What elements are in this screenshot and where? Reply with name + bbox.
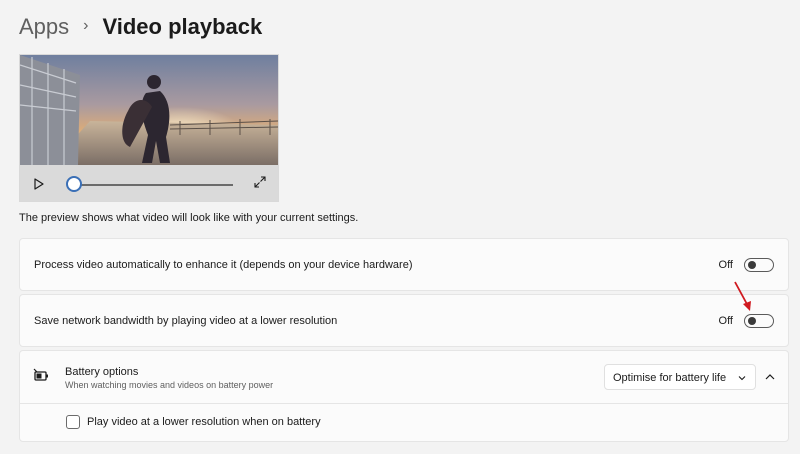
play-icon[interactable]: [32, 177, 46, 191]
save-bandwidth-state: Off: [718, 315, 733, 327]
battery-options-title: Battery options: [65, 366, 139, 378]
divider: [20, 403, 788, 404]
enhance-video-label: Process video automatically to enhance i…: [34, 259, 413, 271]
preview-caption: The preview shows what video will look l…: [19, 212, 359, 224]
chevron-up-icon[interactable]: [765, 374, 775, 380]
enhance-video-setting: Process video automatically to enhance i…: [19, 238, 789, 291]
battery-options-subtitle: When watching movies and videos on batte…: [65, 380, 274, 390]
save-bandwidth-toggle[interactable]: [744, 314, 774, 328]
enhance-video-toggle[interactable]: [744, 258, 774, 272]
battery-options-dropdown[interactable]: Optimise for battery life: [604, 364, 756, 390]
breadcrumb: Apps › Video playback: [19, 12, 262, 42]
toggle-knob: [748, 261, 756, 269]
video-preview[interactable]: [19, 54, 279, 202]
seek-track[interactable]: [75, 184, 233, 186]
video-controls: [20, 165, 278, 201]
video-preview-image: [20, 55, 278, 165]
lower-resolution-battery-checkbox[interactable]: [66, 415, 80, 429]
seek-thumb[interactable]: [66, 176, 82, 192]
lower-resolution-battery-label[interactable]: Play video at a lower resolution when on…: [87, 416, 321, 428]
save-bandwidth-setting: Save network bandwidth by playing video …: [19, 294, 789, 347]
toggle-knob: [748, 317, 756, 325]
battery-options-setting: Battery options When watching movies and…: [19, 350, 789, 442]
annotation-arrow-icon: [734, 281, 751, 311]
chevron-down-icon: [738, 376, 746, 381]
breadcrumb-apps-link[interactable]: Apps: [19, 14, 69, 40]
page-title: Video playback: [102, 14, 263, 39]
expand-icon[interactable]: [253, 175, 267, 189]
breadcrumb-separator: ›: [83, 17, 89, 34]
battery-video-icon: [33, 368, 48, 381]
battery-options-selected: Optimise for battery life: [613, 372, 727, 384]
save-bandwidth-label: Save network bandwidth by playing video …: [34, 315, 338, 327]
enhance-video-state: Off: [718, 259, 733, 271]
